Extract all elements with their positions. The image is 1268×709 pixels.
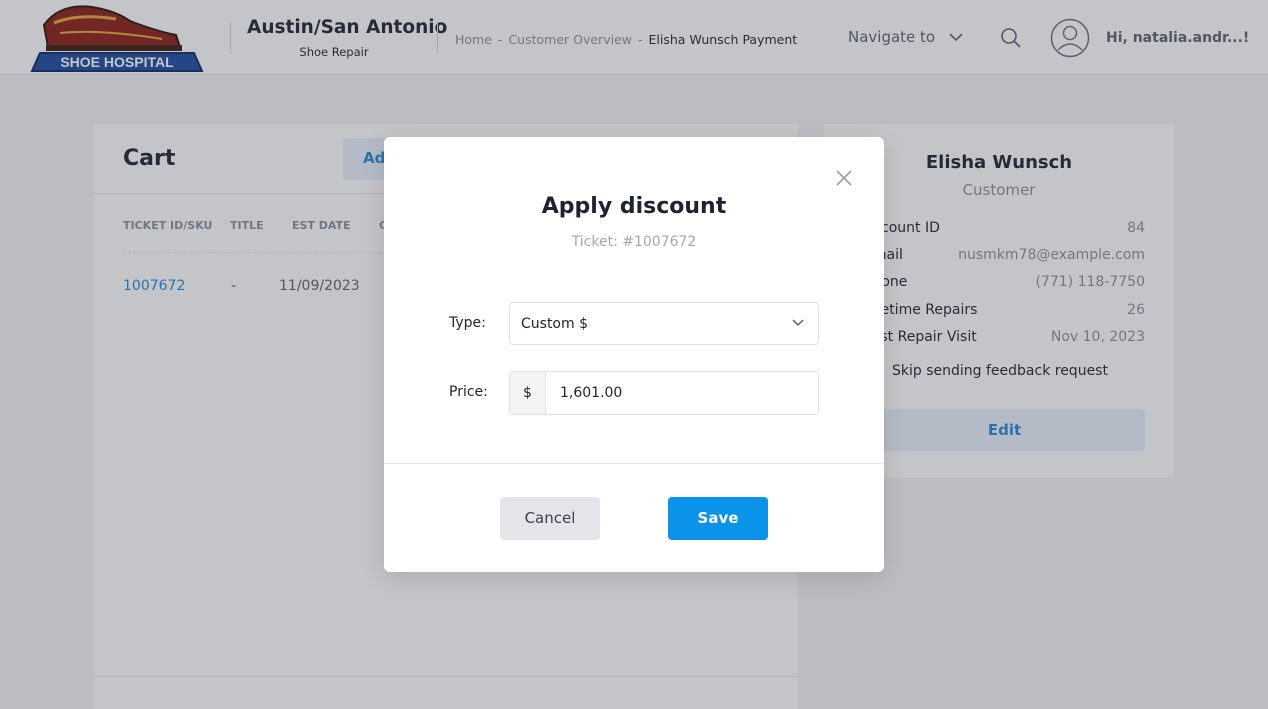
modal-subtitle: Ticket: #1007672 (571, 234, 697, 250)
modal-title: Apply discount (541, 194, 727, 219)
price-field: $ (509, 371, 819, 415)
price-label: Price: (449, 384, 488, 400)
chevron-down-icon (792, 319, 804, 327)
cancel-button[interactable]: Cancel (500, 497, 600, 540)
apply-discount-modal: Apply discount Ticket: #1007672 Type: Cu… (384, 137, 884, 572)
close-icon[interactable] (834, 168, 854, 188)
discount-type-value: Custom $ (521, 316, 588, 332)
type-label: Type: (449, 315, 486, 331)
save-button[interactable]: Save (668, 497, 768, 540)
modal-divider (384, 463, 884, 464)
discount-type-select[interactable]: Custom $ (509, 302, 819, 345)
currency-prefix: $ (510, 372, 546, 414)
price-input[interactable] (547, 372, 818, 414)
